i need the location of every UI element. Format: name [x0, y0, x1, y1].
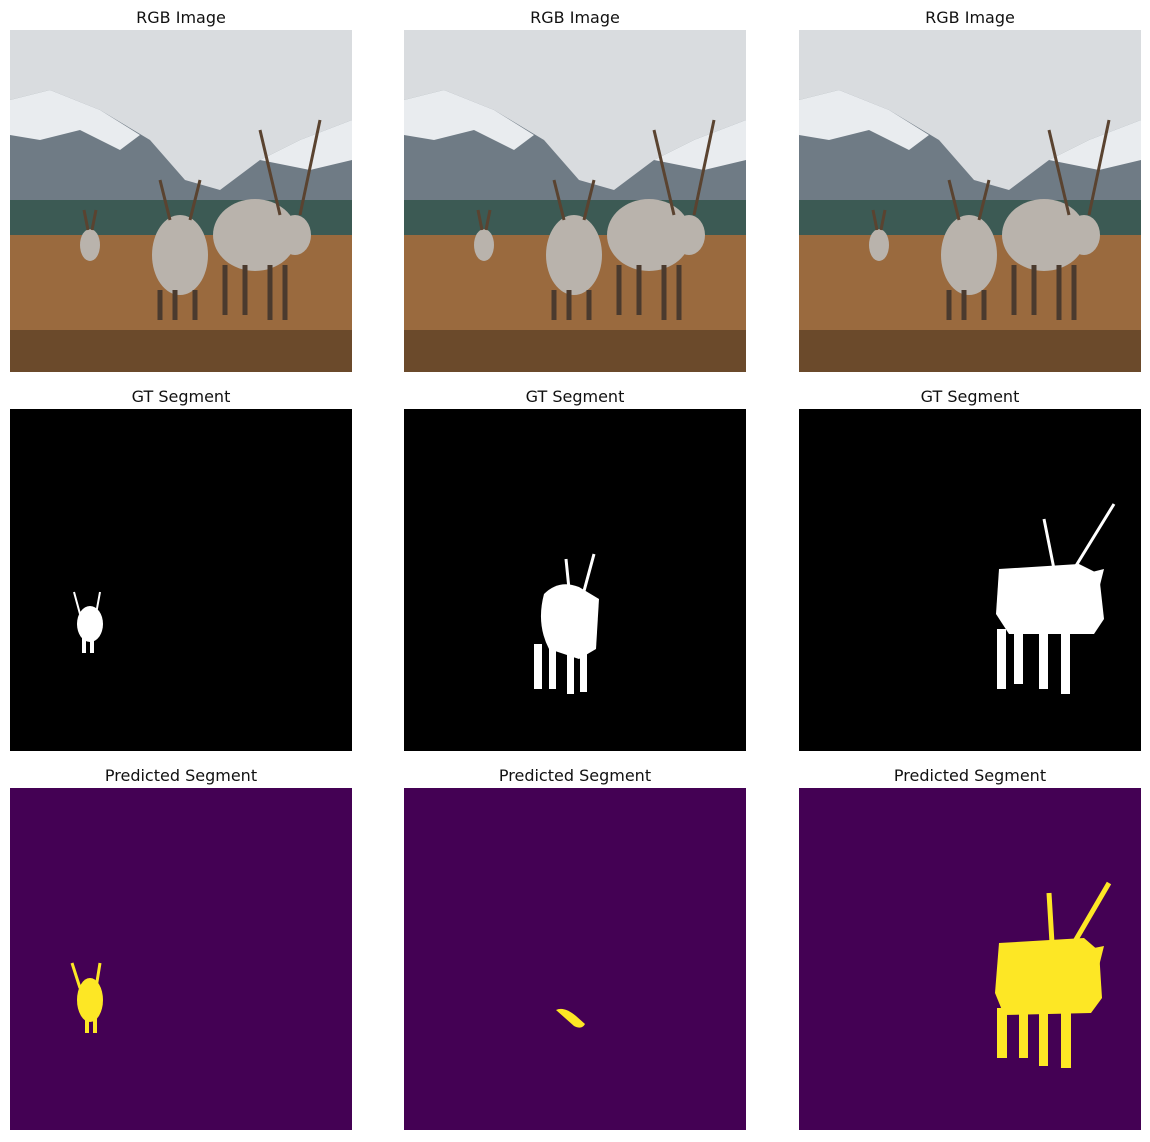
panel-title: Predicted Segment	[104, 766, 258, 785]
panel-pred-3: Predicted Segment	[799, 766, 1141, 1132]
panel-rgb-3: RGB Image	[799, 8, 1141, 374]
gt-mask	[404, 409, 746, 751]
rgb-image	[404, 30, 746, 372]
panel-title: GT Segment	[131, 387, 231, 406]
panel-title: GT Segment	[920, 387, 1020, 406]
gt-mask	[10, 409, 352, 751]
predicted-mask	[799, 788, 1141, 1130]
panel-pred-2: Predicted Segment	[404, 766, 746, 1132]
panel-pred-1: Predicted Segment	[10, 766, 352, 1132]
rgb-image	[10, 30, 352, 372]
predicted-mask	[10, 788, 352, 1130]
predicted-mask	[404, 788, 746, 1130]
panel-title: GT Segment	[525, 387, 625, 406]
rgb-image	[799, 30, 1141, 372]
panel-gt-2: GT Segment	[404, 387, 746, 753]
gt-mask	[799, 409, 1141, 751]
panel-title: RGB Image	[925, 8, 1015, 27]
panel-title: RGB Image	[136, 8, 226, 27]
panel-rgb-2: RGB Image	[404, 8, 746, 374]
panel-rgb-1: RGB Image	[10, 8, 352, 374]
panel-gt-3: GT Segment	[799, 387, 1141, 753]
panel-title: Predicted Segment	[893, 766, 1047, 785]
panel-title: Predicted Segment	[498, 766, 652, 785]
panel-title: RGB Image	[530, 8, 620, 27]
panel-gt-1: GT Segment	[10, 387, 352, 753]
